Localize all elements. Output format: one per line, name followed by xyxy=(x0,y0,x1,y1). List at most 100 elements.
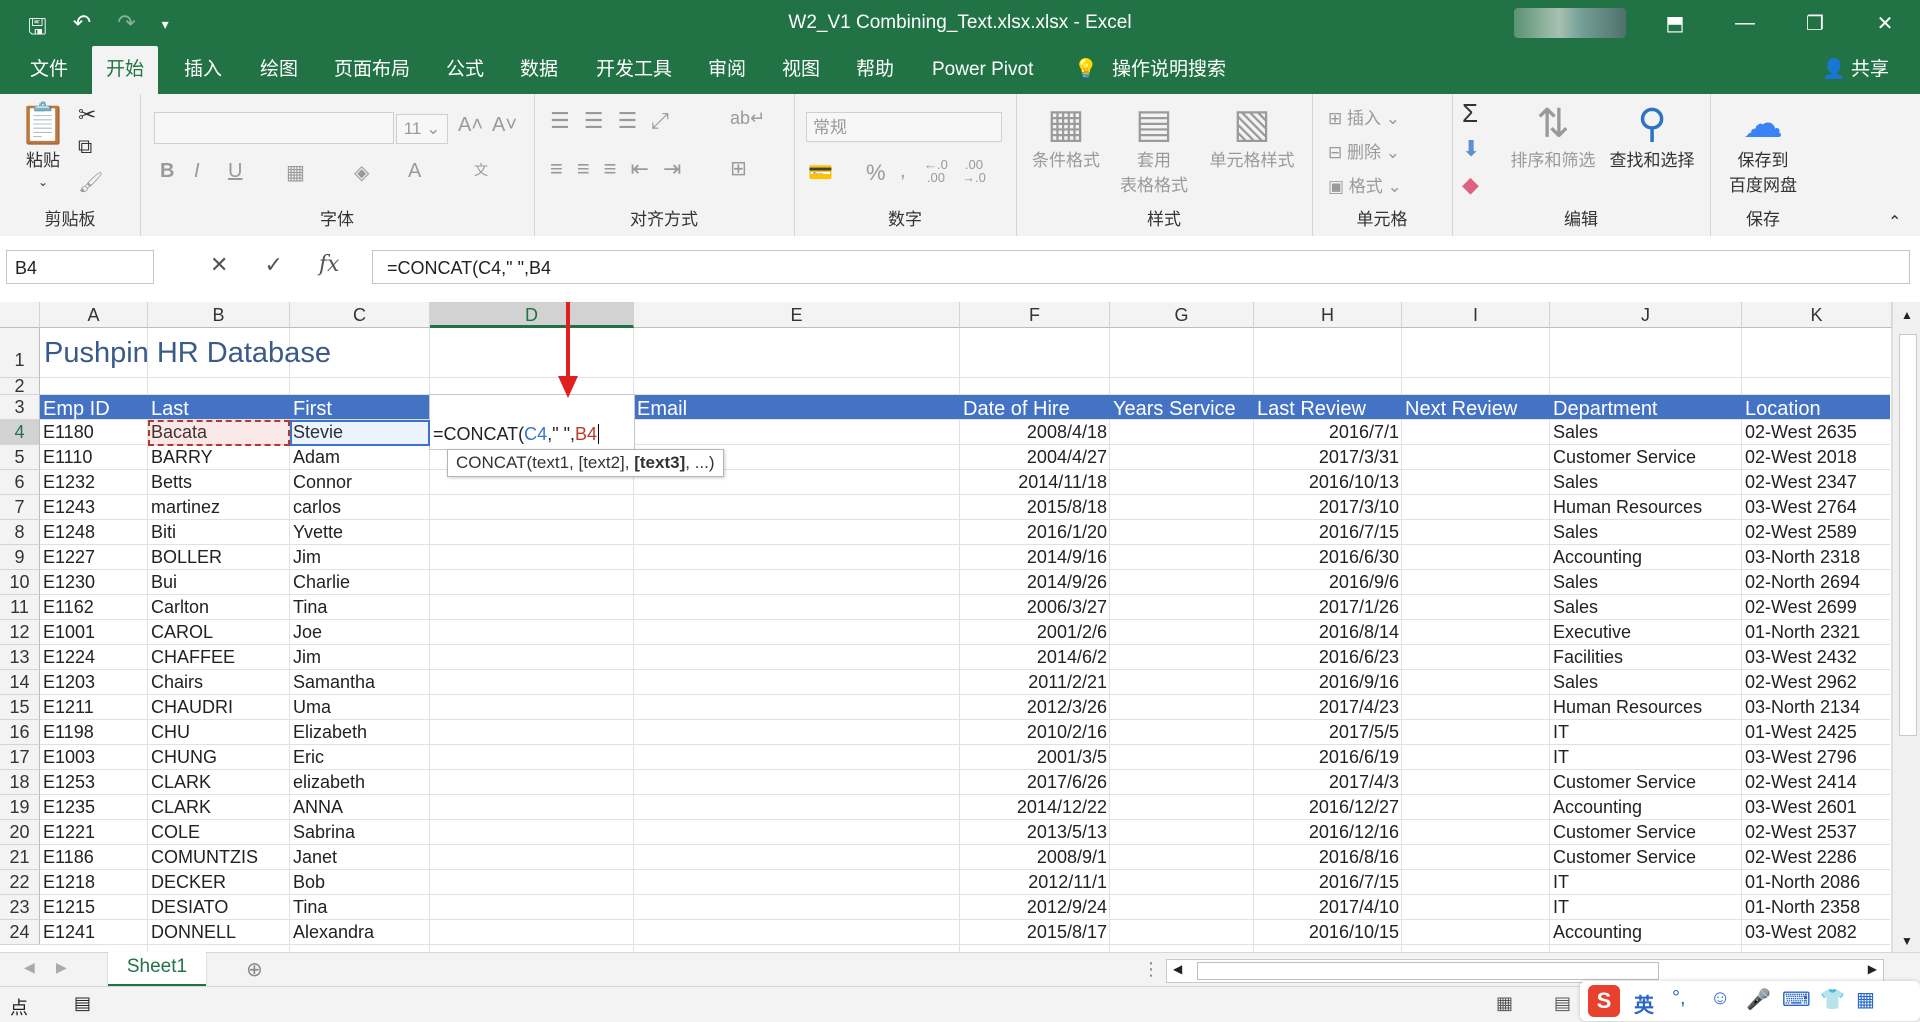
cell-hire[interactable]: 2014/12/22 xyxy=(960,795,1110,820)
cell-styles-button[interactable]: ▧ 单元格样式 xyxy=(1202,102,1302,171)
cell-review[interactable]: 2016/9/16 xyxy=(1254,670,1402,695)
cell-review[interactable]: 2016/7/1 xyxy=(1254,420,1402,445)
cell-id[interactable]: E1198 xyxy=(40,720,148,745)
cell-id[interactable]: E1224 xyxy=(40,645,148,670)
cell-first[interactable]: Janet xyxy=(290,845,430,870)
column-header-b[interactable]: B xyxy=(148,302,290,328)
cell-dept[interactable]: Sales xyxy=(1550,570,1742,595)
page-layout-view-icon[interactable]: ▤ xyxy=(1554,993,1571,1014)
accounting-format-icon[interactable]: 💳 xyxy=(808,160,833,185)
row-header-2[interactable]: 2 xyxy=(0,377,40,395)
cell-last[interactable]: BOLLER xyxy=(148,545,290,570)
wrap-text-icon[interactable]: ab↵ xyxy=(730,108,765,129)
save-to-baidu-button[interactable]: ☁ 保存到 百度网盘 xyxy=(1718,102,1808,196)
row-header-10[interactable]: 10 xyxy=(0,570,40,595)
cell-last[interactable]: DESIATO xyxy=(148,895,290,920)
tab-help[interactable]: 帮助 xyxy=(852,46,898,94)
font-size-select[interactable]: 11 ⌄ xyxy=(396,114,448,144)
cell-dept[interactable]: Accounting xyxy=(1550,545,1742,570)
row-header-7[interactable]: 7 xyxy=(0,495,40,520)
cell-dept[interactable]: Customer Service xyxy=(1550,845,1742,870)
cell-hire[interactable]: 2012/3/26 xyxy=(960,695,1110,720)
cell-dept[interactable]: Accounting xyxy=(1550,795,1742,820)
cell-dept[interactable]: Executive xyxy=(1550,620,1742,645)
font-name-select[interactable] xyxy=(154,112,394,144)
cell-hire[interactable]: 2015/8/18 xyxy=(960,495,1110,520)
cell-review[interactable]: 2016/8/16 xyxy=(1254,845,1402,870)
cell-review[interactable]: 2016/12/27 xyxy=(1254,795,1402,820)
cell-first[interactable]: ANNA xyxy=(290,795,430,820)
row-header-21[interactable]: 21 xyxy=(0,845,40,870)
cell-loc[interactable]: 03-West 2764 xyxy=(1742,495,1892,520)
cell-dept[interactable]: Sales xyxy=(1550,670,1742,695)
cut-icon[interactable]: ✂ xyxy=(78,102,96,128)
macro-record-icon[interactable]: ▤ xyxy=(74,993,91,1014)
cell-loc[interactable]: 03-North 2318 xyxy=(1742,545,1892,570)
row-header-1[interactable]: 1 xyxy=(0,328,40,378)
scroll-right-icon[interactable]: ▶ xyxy=(1868,962,1877,976)
header-cell[interactable]: Date of Hire xyxy=(960,395,1110,420)
cell-review[interactable]: 2016/10/13 xyxy=(1254,470,1402,495)
cell-first[interactable]: Alexandra xyxy=(290,920,430,945)
cell-loc[interactable]: 01-North 2321 xyxy=(1742,620,1892,645)
cell-id[interactable]: E1003 xyxy=(40,745,148,770)
scroll-left-icon[interactable]: ◀ xyxy=(1173,962,1182,976)
cell-hire[interactable]: 2014/9/26 xyxy=(960,570,1110,595)
toolbox-icon[interactable]: ▦ xyxy=(1856,987,1875,1012)
select-all-corner[interactable] xyxy=(0,302,40,328)
tell-me-search[interactable]: 操作说明搜索 xyxy=(1108,46,1230,94)
cell-review[interactable]: 2016/8/14 xyxy=(1254,620,1402,645)
row-header-4[interactable]: 4 xyxy=(0,420,40,445)
cell-dept[interactable]: Customer Service xyxy=(1550,445,1742,470)
header-cell[interactable]: Emp ID xyxy=(40,395,148,420)
cell-first[interactable]: Tina xyxy=(290,595,430,620)
tab-file[interactable]: 文件 xyxy=(26,46,72,94)
copy-icon[interactable]: ⧉ xyxy=(78,136,92,159)
tab-developer[interactable]: 开发工具 xyxy=(592,46,676,94)
underline-button[interactable]: U xyxy=(228,160,242,183)
horizontal-scroll-thumb[interactable] xyxy=(1197,962,1659,980)
cell-id[interactable]: E1203 xyxy=(40,670,148,695)
column-header-a[interactable]: A xyxy=(40,302,148,328)
tab-view[interactable]: 视图 xyxy=(778,46,824,94)
function-tooltip[interactable]: CONCAT(text1, [text2], [text3], ...) xyxy=(447,449,724,477)
cell-id[interactable]: E1241 xyxy=(40,920,148,945)
cell-loc[interactable]: 03-West 2601 xyxy=(1742,795,1892,820)
cell-loc[interactable]: 02-West 2537 xyxy=(1742,820,1892,845)
cell-last[interactable]: Biti xyxy=(148,520,290,545)
tab-review[interactable]: 审阅 xyxy=(704,46,750,94)
tab-draw[interactable]: 绘图 xyxy=(256,46,302,94)
cell-hire[interactable]: 2016/1/20 xyxy=(960,520,1110,545)
row-header-15[interactable]: 15 xyxy=(0,695,40,720)
cell-id[interactable]: E1218 xyxy=(40,870,148,895)
cell-id[interactable]: E1221 xyxy=(40,820,148,845)
column-header-i[interactable]: I xyxy=(1402,302,1550,328)
cell-loc[interactable]: 02-West 2589 xyxy=(1742,520,1892,545)
font-color-icon[interactable]: A xyxy=(408,160,421,183)
row-header-18[interactable]: 18 xyxy=(0,770,40,795)
row-header-3[interactable]: 3 xyxy=(0,395,40,420)
row-header-14[interactable]: 14 xyxy=(0,670,40,695)
cell-dept[interactable]: Sales xyxy=(1550,470,1742,495)
italic-button[interactable]: I xyxy=(194,160,200,183)
cell-dept[interactable]: Human Resources xyxy=(1550,495,1742,520)
column-header-j[interactable]: J xyxy=(1550,302,1742,328)
cell-last[interactable]: DECKER xyxy=(148,870,290,895)
cell-hire[interactable]: 2013/5/13 xyxy=(960,820,1110,845)
cell-review[interactable]: 2017/4/23 xyxy=(1254,695,1402,720)
bold-button[interactable]: B xyxy=(160,160,174,183)
column-header-g[interactable]: G xyxy=(1110,302,1254,328)
ribbon-display-options-button[interactable]: ⬒ xyxy=(1640,0,1710,46)
account-avatar[interactable] xyxy=(1514,8,1626,38)
cell-first[interactable]: Elizabeth xyxy=(290,720,430,745)
cell-first[interactable]: Bob xyxy=(290,870,430,895)
borders-icon[interactable]: ▦ xyxy=(286,160,305,185)
normal-view-icon[interactable]: ▦ xyxy=(1496,993,1513,1014)
cell-review[interactable]: 2017/3/10 xyxy=(1254,495,1402,520)
row-header-17[interactable]: 17 xyxy=(0,745,40,770)
row-header-8[interactable]: 8 xyxy=(0,520,40,545)
cell-dept[interactable]: IT xyxy=(1550,720,1742,745)
cell-first[interactable]: Connor xyxy=(290,470,430,495)
cell-last[interactable]: Betts xyxy=(148,470,290,495)
cell-review[interactable]: 2016/7/15 xyxy=(1254,870,1402,895)
